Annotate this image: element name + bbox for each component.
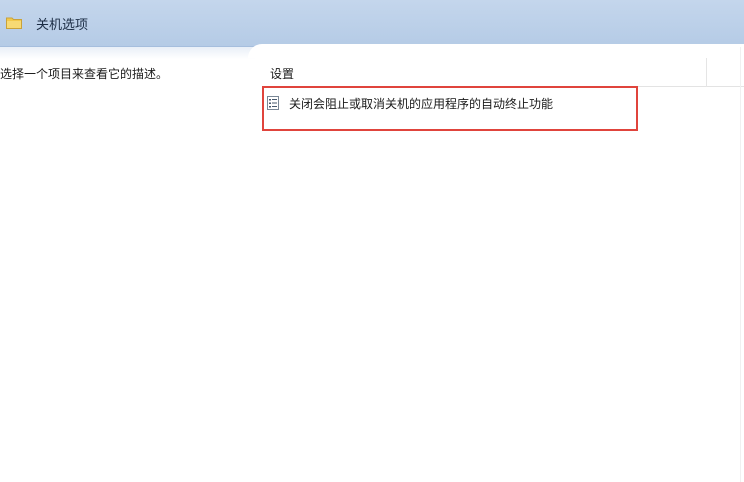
header-bar: 关机选项 [0, 0, 744, 47]
setting-item-auto-termination[interactable]: 关闭会阻止或取消关机的应用程序的自动终止功能 [262, 86, 638, 131]
folder-icon [6, 16, 22, 29]
settings-column-label: 设置 [270, 67, 295, 81]
group-policy-window: 关机选项 选择一个项目来查看它的描述。 设置 关闭会阻止或取消关机的应用程序的自… [0, 0, 744, 482]
settings-column-header[interactable]: 设置 [262, 58, 744, 87]
column-divider[interactable] [706, 58, 707, 87]
settings-pane-tab [248, 44, 744, 58]
left-pane-shade [0, 47, 255, 59]
setting-item-label: 关闭会阻止或取消关机的应用程序的自动终止功能 [289, 97, 554, 111]
page-title: 关机选项 [36, 18, 89, 33]
policy-setting-icon [267, 96, 279, 110]
right-edge [740, 47, 741, 482]
description-text: 选择一个项目来查看它的描述。 [0, 67, 169, 81]
